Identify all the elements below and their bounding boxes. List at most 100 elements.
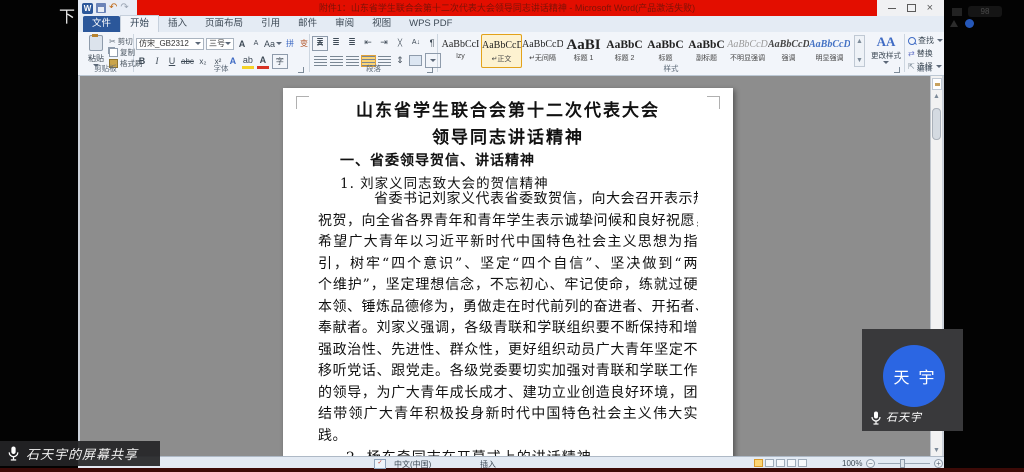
ribbon: 粘贴 ✂剪切 复制 格式刷 剪贴板 仿宋_GB2312 三号 A A Aa 拼 … [78, 32, 944, 76]
find-button[interactable]: 查找 [908, 35, 943, 46]
caption-char: 下 [59, 3, 75, 27]
screen-share-banner: 石天宇的屏幕共享 [0, 441, 160, 466]
increase-indent-button[interactable]: ⇥ [378, 36, 390, 49]
draft-view-icon[interactable] [798, 459, 807, 467]
ribbon-tab[interactable]: 页面布局 [196, 16, 252, 32]
redo-icon[interactable]: ↷ [120, 3, 128, 13]
decrease-indent-button[interactable]: ⇤ [362, 36, 374, 49]
doc-body-line: 结带领广大青年积极投身新时代中国特色社会主义伟大实 [318, 404, 698, 426]
participant-name: 石天宇 [886, 409, 922, 425]
ribbon-tab[interactable]: 开始 [120, 15, 159, 32]
scroll-up-icon[interactable]: ▲ [931, 93, 942, 100]
ribbon-tab[interactable]: 视图 [363, 16, 400, 32]
ribbon-tab-row: 文件 开始 插入 页面布局 引用 邮件 审阅 视图 WPS PDF [78, 16, 944, 32]
doc-body-line: 本领、锤炼品德修为，勇做走在时代前列的奋进者、开拓者、 [318, 297, 698, 319]
doc-next-heading-partial: 2. 杨东奇同志在开幕式上的讲话精神 [346, 447, 592, 456]
search-icon [908, 37, 916, 45]
floating-app-dot[interactable] [965, 19, 974, 28]
fullscreen-view-icon[interactable] [765, 459, 774, 467]
chevron-down-icon [276, 42, 282, 45]
margin-crop-mark [707, 96, 720, 109]
bottom-red-strip [0, 468, 1024, 472]
maximize-button[interactable] [907, 4, 916, 12]
zoom-level[interactable]: 100% [842, 459, 862, 468]
ribbon-tab[interactable]: 审阅 [326, 16, 363, 32]
document-page[interactable]: 山东省学生联合会第十二次代表大会 领导同志讲话精神 一、省委领导贺信、讲话精神 … [283, 88, 733, 456]
document-canvas[interactable]: 山东省学生联合会第十二次代表大会 领导同志讲话精神 一、省委领导贺信、讲话精神 … [80, 76, 930, 456]
ribbon-tab[interactable]: WPS PDF [400, 16, 461, 32]
shrink-font-button[interactable]: A [250, 37, 262, 50]
sort-button[interactable]: A↓ [410, 36, 422, 49]
avatar: 天宇 [883, 345, 945, 407]
scrollbar-thumb[interactable] [932, 108, 941, 140]
zoom-out-button[interactable]: − [866, 459, 875, 468]
clipboard-icon [89, 35, 103, 51]
outline-view-icon[interactable] [787, 459, 796, 467]
titlebar: W ↶ ↷ 附件1：山东省学生联合会第十二次代表大会领导同志讲话精神 - Mic… [78, 0, 944, 16]
change-case-button[interactable]: Aa [264, 37, 282, 50]
margin-crop-mark [296, 96, 309, 109]
scroll-up-icon[interactable]: ▲ [854, 38, 865, 45]
web-layout-view-icon[interactable] [776, 459, 785, 467]
doc-body-line: 践。 [318, 426, 698, 448]
doc-body-line: 个维护”，坚定理想信念，不忘初心、牢记使命，练就过硬 [318, 275, 698, 297]
close-button[interactable]: × [927, 3, 933, 14]
replace-button[interactable]: ⇄替换 [908, 48, 943, 59]
show-marks-button[interactable]: ¶ [426, 36, 438, 49]
doc-body-line: 省委书记刘家义代表省委致贺信，向大会召开表示热烈 [318, 189, 698, 211]
ribbon-tab[interactable]: 插入 [159, 16, 196, 32]
signal-icon [952, 8, 962, 16]
change-styles-icon: AA [877, 35, 896, 49]
doc-heading: 一、省委领导贺信、讲话精神 [340, 150, 535, 170]
minimize-button[interactable] [888, 8, 896, 9]
font-row-1: 仿宋_GB2312 三号 A A Aa 拼 变 A [136, 36, 328, 51]
screen-share-label: 石天宇的屏幕共享 [26, 444, 138, 463]
save-icon[interactable] [96, 3, 106, 13]
chevron-down-icon [937, 39, 943, 42]
styles-dialog-launcher-icon[interactable] [894, 67, 900, 73]
doc-body-line: 移听党话、跟党走。各级党委要切实加强对青联和学联工作 [318, 361, 698, 383]
doc-body-line: 强政治性、先进性、群众性，更好组织动员广大青年坚定不 [318, 340, 698, 362]
zoom-slider-thumb[interactable] [900, 459, 905, 468]
multilevel-list-button[interactable]: ≣ [346, 36, 358, 49]
spellcheck-icon[interactable]: ✓ [374, 459, 386, 469]
ribbon-tab[interactable]: 引用 [252, 16, 289, 32]
word-logo-icon[interactable]: W [82, 3, 93, 14]
window-title: 附件1：山东省学生联合会第十二次代表大会领导同志讲话精神 - Microsoft… [137, 0, 877, 16]
editing-group-label: 编辑 [905, 63, 944, 74]
scissors-icon: ✂ [109, 37, 116, 46]
char-outline-button[interactable]: 变 [298, 37, 310, 50]
font-group-label: 字体 [134, 63, 308, 74]
font-size-combobox[interactable]: 三号 [206, 38, 234, 50]
status-insert-mode[interactable]: 插入 [480, 459, 496, 470]
ruler-toggle-icon[interactable] [932, 78, 942, 90]
doc-title-line: 山东省学生联合会第十二次代表大会 [318, 96, 698, 121]
zoom-in-button[interactable]: + [934, 459, 943, 468]
grow-font-button[interactable]: A [236, 37, 248, 50]
asian-layout-button[interactable]: ╳ [394, 36, 406, 49]
chevron-down-icon [195, 42, 201, 45]
font-dialog-launcher-icon[interactable] [298, 67, 304, 73]
doc-title-line: 领导同志讲话精神 [318, 123, 698, 148]
view-buttons [754, 459, 807, 467]
ribbon-tab[interactable]: 文件 [83, 16, 120, 32]
ruby-guide-button[interactable]: 拼 [284, 37, 296, 50]
microphone-icon [870, 411, 882, 425]
bullets-button[interactable]: ≣ [314, 36, 326, 49]
paragraph-dialog-launcher-icon[interactable] [427, 67, 433, 73]
status-bar: ✓ 中文(中国) 插入 100% − + [78, 456, 944, 468]
numbering-button[interactable]: ≣ [330, 36, 342, 49]
doc-body-line: 的领导，为广大青年成长成才、建功立业创造良好环境，团 [318, 383, 698, 405]
clipboard-group-label: 剪贴板 [78, 63, 133, 74]
doc-body-line: 奉献者。刘家义强调，各级青联和学联组织要不断保持和增 [318, 318, 698, 340]
ribbon-tab[interactable]: 邮件 [289, 16, 326, 32]
scroll-down-icon[interactable]: ▼ [931, 447, 942, 454]
doc-body-line: 希望广大青年以习近平新时代中国特色社会主义思想为指 [318, 232, 698, 254]
doc-body-line: 引，树牢“四个意识”、坚定“四个自信”、坚决做到“两 [318, 254, 698, 276]
status-language[interactable]: 中文(中国) [394, 459, 431, 470]
participant-video-tile[interactable]: 天宇 石天宇 [862, 329, 963, 431]
print-layout-view-icon[interactable] [754, 459, 763, 467]
undo-icon[interactable]: ↶ [109, 3, 117, 13]
font-name-combobox[interactable]: 仿宋_GB2312 [136, 38, 204, 50]
microphone-icon [7, 446, 20, 461]
